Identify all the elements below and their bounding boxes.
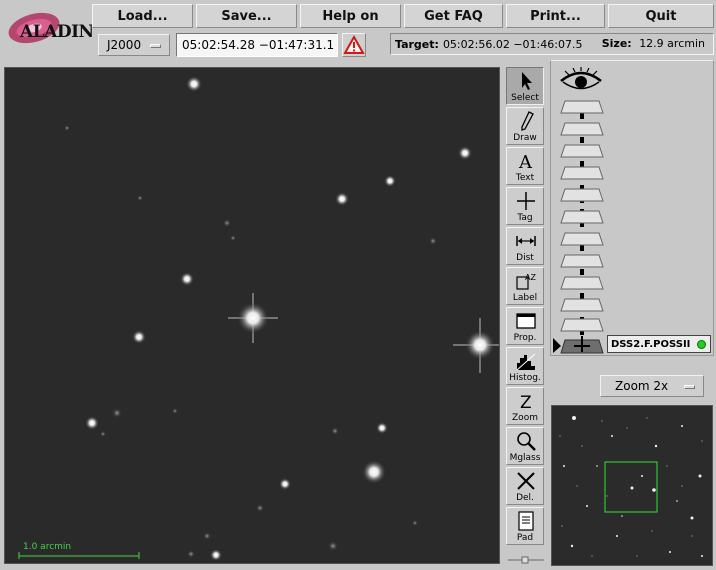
pencil-icon	[521, 111, 534, 131]
letter-z-icon: Z	[520, 393, 532, 411]
tool-label: Histog.	[509, 373, 541, 383]
magnifier-icon	[517, 432, 536, 451]
tool-delete[interactable]: Del.	[506, 467, 544, 505]
layer-planes	[553, 100, 604, 354]
tool-label: Tag	[517, 213, 533, 223]
target-value: 05:02:56.02 −01:46:07.5	[442, 37, 583, 51]
warning-triangle-icon	[343, 34, 365, 54]
tool-zoom[interactable]: Z Zoom	[506, 387, 544, 425]
tool-label: Text	[515, 173, 535, 183]
tool-label: Del.	[516, 493, 534, 503]
tool-pad[interactable]: Pad	[506, 507, 544, 545]
tool-label: Label	[512, 293, 538, 303]
tool-properties[interactable]: Prop.	[506, 307, 544, 345]
tool-dist[interactable]: Dist	[506, 227, 544, 265]
properties-window-icon	[516, 313, 536, 329]
dropdown-knob-icon	[684, 385, 695, 389]
tool-tag[interactable]: Tag	[506, 187, 544, 225]
dropdown-knob-icon	[150, 44, 161, 48]
target-info-bar: Target: 05:02:56.02 −01:46:07.5 Size: 12…	[390, 33, 714, 55]
histogram-icon	[516, 353, 536, 371]
quit-button[interactable]: Quit	[608, 4, 714, 28]
size-label: Size:	[601, 37, 632, 50]
label-az-icon: AZ	[516, 273, 536, 290]
aladin-logo: ALADIN	[4, 4, 94, 54]
tool-label[interactable]: AZ Label	[506, 267, 544, 305]
tool-label: Dist	[516, 253, 534, 263]
size-info: Size: 12.9 arcmin	[602, 37, 705, 50]
tool-draw[interactable]: Draw	[506, 107, 544, 145]
tool-mglass[interactable]: Mglass	[506, 427, 544, 465]
zoom-dropdown[interactable]: Zoom 2x	[600, 375, 704, 397]
zoom-overview-panel[interactable]	[551, 405, 713, 566]
toolbar-slider[interactable]	[506, 556, 546, 564]
svg-text:AZ: AZ	[525, 273, 536, 282]
sky-image-view[interactable]: 1.0 arcmin	[4, 67, 500, 564]
zoom-value: Zoom 2x	[615, 379, 669, 393]
save-button[interactable]: Save...	[196, 4, 297, 28]
survey-name: DSS2.F.POSSII	[611, 338, 691, 350]
overview-image	[552, 406, 712, 565]
load-button[interactable]: Load...	[92, 4, 193, 28]
print-button[interactable]: Print...	[506, 4, 605, 28]
logo-text: ALADIN	[20, 22, 94, 42]
notepad-icon	[518, 511, 534, 531]
layer-stack-panel: DSS2.F.POSSII	[550, 60, 714, 356]
x-delete-icon	[517, 472, 535, 490]
svg-text:Z: Z	[520, 393, 532, 411]
tool-text[interactable]: A Text	[506, 147, 544, 185]
frame-value: J2000	[107, 38, 142, 52]
distance-arrow-icon	[516, 236, 536, 246]
tool-histogram[interactable]: Histog.	[506, 347, 544, 385]
status-dot-icon	[697, 340, 706, 349]
menu-bar: Load... Save... Help on Get FAQ Print...…	[92, 4, 714, 28]
scale-bar-label: 1.0 arcmin	[23, 542, 72, 552]
crosshair-icon	[517, 192, 535, 210]
location-field[interactable]: 05:02:54.28 −01:47:31.1	[176, 33, 338, 57]
tool-select[interactable]: Select	[506, 67, 544, 105]
size-value: 12.9 arcmin	[639, 37, 705, 50]
survey-layer-label[interactable]: DSS2.F.POSSII	[607, 335, 711, 353]
tool-label: Pad	[516, 533, 534, 543]
target-label: Target:	[395, 37, 439, 51]
get-faq-button[interactable]: Get FAQ	[404, 4, 503, 28]
arrow-pointer-icon	[522, 72, 532, 90]
frame-dropdown[interactable]: J2000	[98, 34, 170, 56]
warning-button[interactable]	[342, 33, 366, 57]
tool-label: Prop.	[513, 333, 537, 343]
tool-label: Zoom	[512, 413, 538, 423]
tool-label: Draw	[513, 133, 537, 143]
tool-label: Mglass	[509, 453, 541, 463]
svg-text:A: A	[518, 152, 533, 171]
sky-image	[5, 68, 499, 563]
help-on-button[interactable]: Help on	[300, 4, 401, 28]
letter-a-icon: A	[518, 152, 533, 171]
tool-label: Select	[511, 93, 539, 103]
